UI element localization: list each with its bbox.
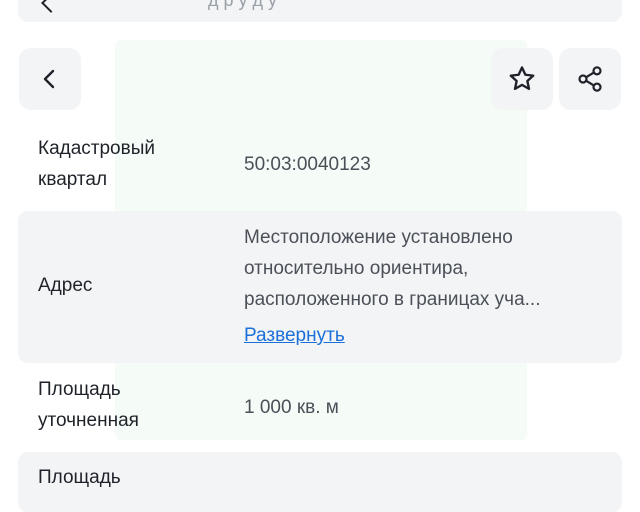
detail-label: Площадь уточненная xyxy=(38,379,139,431)
detail-value: 1 000 кв. м xyxy=(244,397,339,418)
favorite-button[interactable] xyxy=(491,48,553,110)
detail-label: Адрес xyxy=(38,275,93,296)
detail-value: 50:03:0040123 xyxy=(244,154,371,175)
previous-toolbar: д р у д у xyxy=(18,0,622,22)
star-icon xyxy=(509,66,535,91)
share-icon xyxy=(578,66,602,92)
detail-row-area-refined: Площадь уточненная 1 000 кв. м xyxy=(18,366,622,450)
chevron-left-icon[interactable] xyxy=(41,0,61,13)
detail-label: Площадь xyxy=(38,467,121,488)
detail-label: Кадастровый квартал xyxy=(38,138,155,190)
detail-row-address: Адрес Местоположение установлено относит… xyxy=(18,211,622,363)
share-button[interactable] xyxy=(559,48,621,110)
detail-row-area-next: Площадь xyxy=(18,452,622,512)
expand-link[interactable]: Развернуть xyxy=(244,320,345,351)
address-value: Местоположение установлено относительно … xyxy=(244,227,541,310)
chevron-left-icon xyxy=(43,69,55,89)
toolbar-partial-text: д р у д у xyxy=(208,0,278,10)
back-button[interactable] xyxy=(19,48,81,110)
detail-row-cadastral: Кадастровый квартал 50:03:0040123 xyxy=(18,128,622,208)
